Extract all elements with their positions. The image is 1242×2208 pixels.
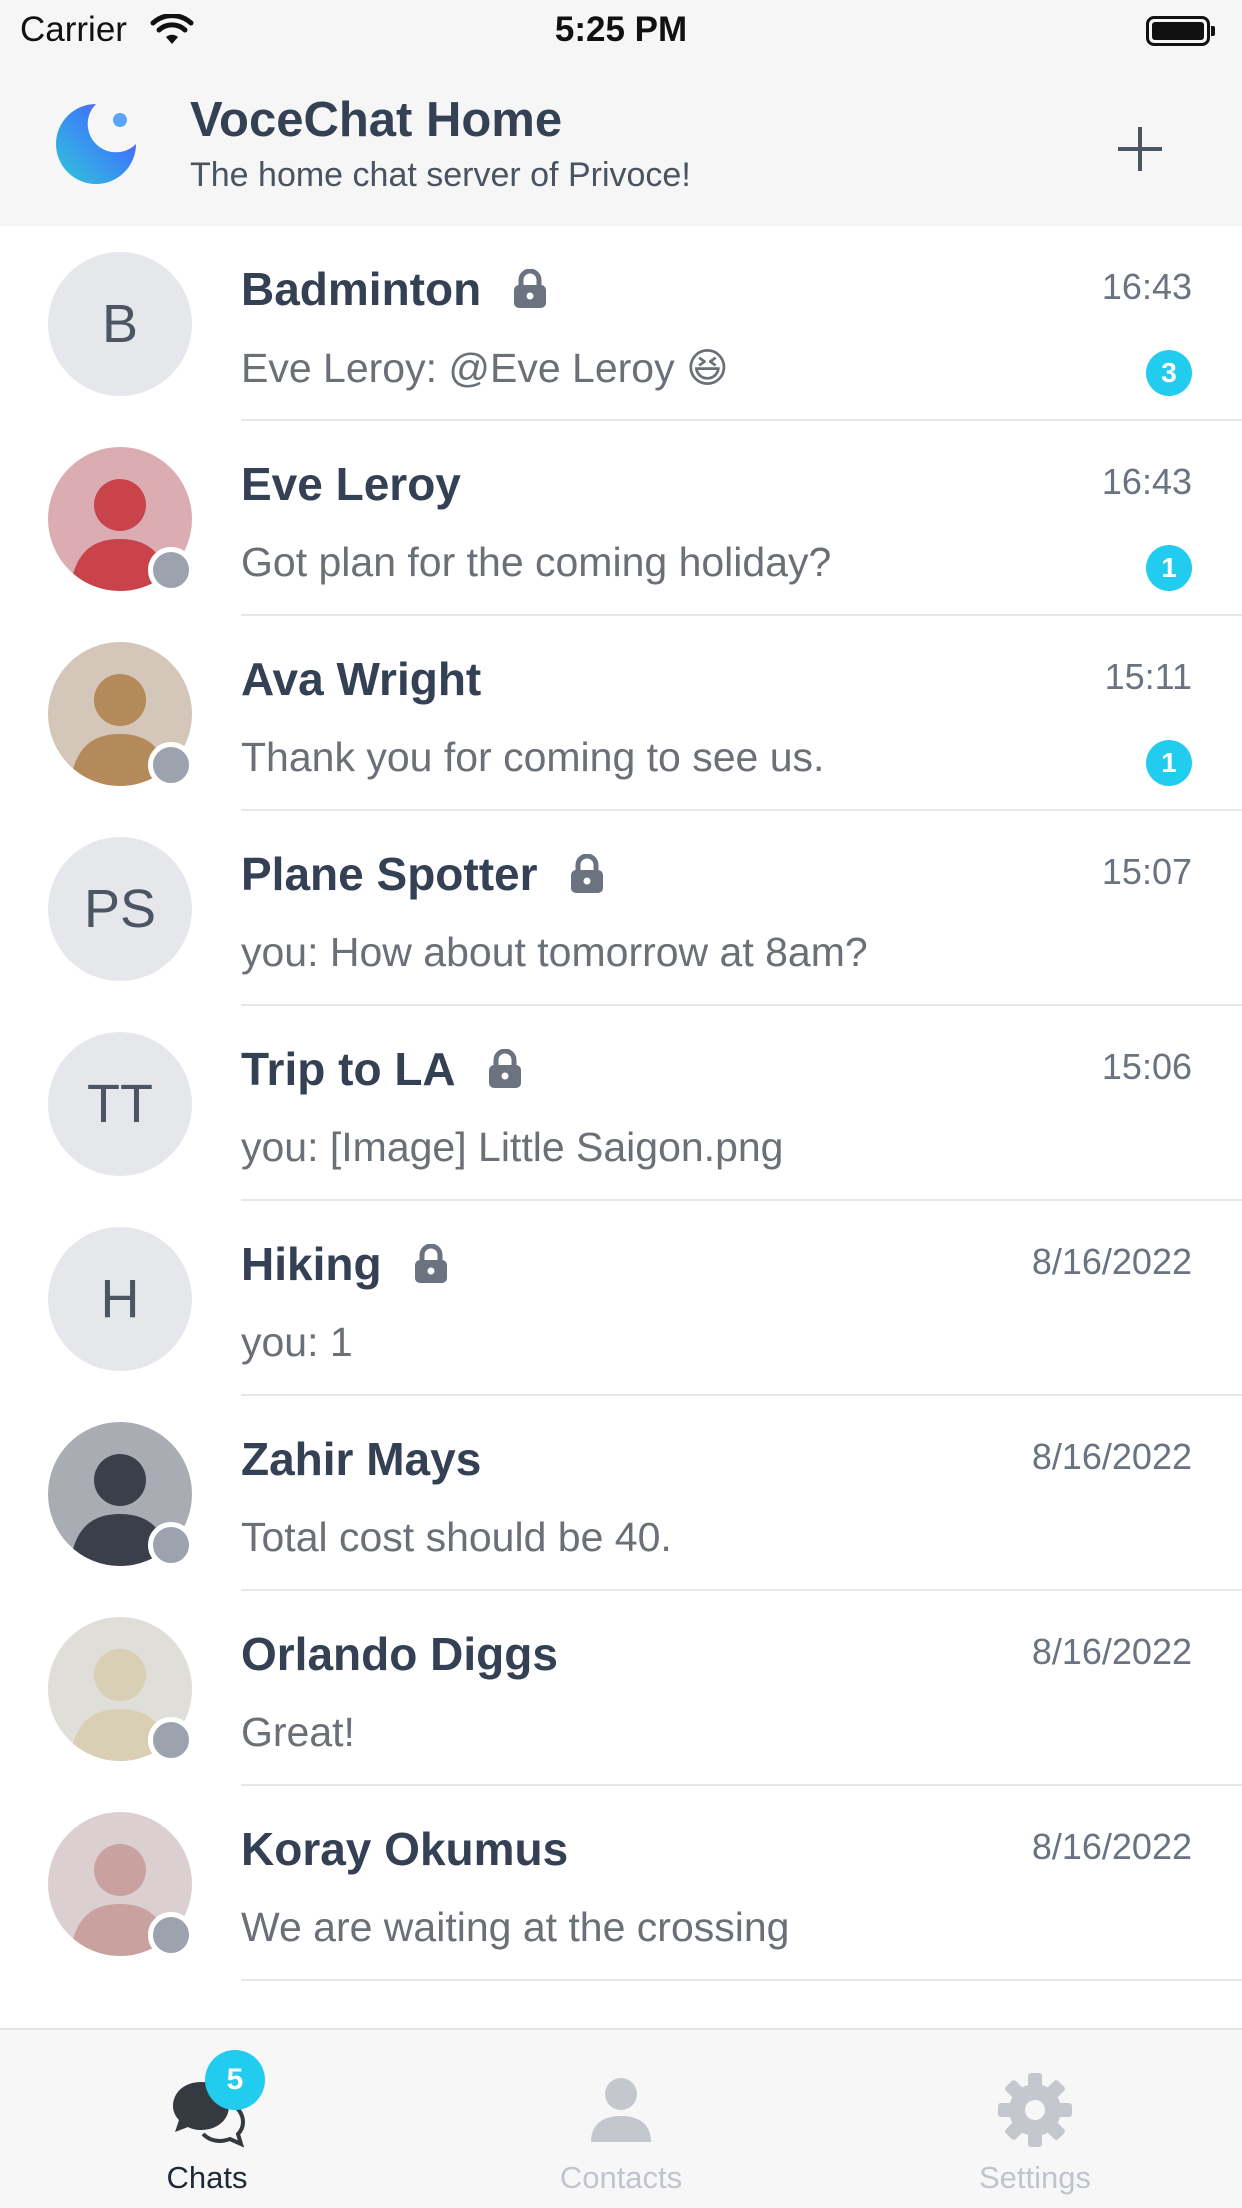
chat-title-wrap: Zahir Mays	[241, 1432, 481, 1486]
chat-title-wrap: Hiking	[241, 1237, 448, 1291]
battery-icon	[1146, 16, 1215, 46]
avatar-initials: PS	[83, 879, 157, 939]
last-message-preview: Eve Leroy: @Eve Leroy 😆	[241, 345, 729, 391]
unread-badge: 1	[1146, 545, 1192, 591]
chat-title-wrap: Orlando Diggs	[241, 1627, 558, 1681]
lock-icon	[414, 1243, 448, 1284]
unread-badge: 3	[1146, 350, 1192, 396]
tab-label-chats: Chats	[166, 2160, 248, 2195]
avatar: TT	[48, 1032, 192, 1176]
presence-status-dot	[148, 1912, 194, 1958]
last-message-preview: We are waiting at the crossing	[241, 1904, 790, 1950]
chat-name: Ava Wright	[241, 653, 482, 705]
presence-status-dot	[148, 1717, 194, 1763]
chat-title-wrap: Koray Okumus	[241, 1822, 568, 1876]
avatar-initials: TT	[87, 1074, 153, 1134]
server-header: VoceChat Home The home chat server of Pr…	[0, 64, 1242, 226]
add-button[interactable]	[1110, 119, 1170, 179]
chat-title-wrap: Eve Leroy	[241, 457, 461, 511]
vocechat-logo	[56, 104, 136, 184]
chat-time: 8/16/2022	[1031, 1826, 1192, 1867]
chat-time: 15:06	[1101, 1046, 1192, 1087]
avatar-initials: H	[100, 1269, 140, 1329]
chat-row[interactable]: Koray Okumus 8/16/2022 We are waiting at t…	[0, 1786, 1242, 1981]
tab-settings[interactable]: Settings	[828, 2030, 1242, 2208]
chat-time: 15:11	[1104, 656, 1192, 697]
chat-time: 16:43	[1101, 461, 1192, 502]
chats-unread-badge: 5	[205, 2050, 265, 2110]
chat-title-wrap: Ava Wright	[241, 652, 481, 706]
status-bar: Carrier 5:25 PM	[0, 0, 1242, 64]
last-message-preview: Got plan for the coming holiday?	[241, 539, 832, 585]
chat-title-wrap: Badminton	[241, 262, 547, 316]
last-message-preview: Great!	[241, 1709, 355, 1755]
chat-name: Trip to LA	[241, 1043, 456, 1095]
lock-icon	[513, 268, 547, 309]
chat-name: Orlando Diggs	[241, 1628, 558, 1680]
chat-row[interactable]: TT Trip to LA 15:06 you: [Image] Little Sai…	[0, 1006, 1242, 1201]
tab-bar: 5 Chats Contacts Settings	[0, 2028, 1242, 2208]
person-icon	[591, 2078, 651, 2142]
tab-label-contacts: Contacts	[559, 2160, 683, 2195]
server-description: The home chat server of Privoce!	[190, 156, 691, 194]
server-name: VoceChat Home	[190, 93, 563, 147]
chat-row[interactable]: B Badminton 16:43 Eve Leroy: @Eve Leroy 😆 3	[0, 226, 1242, 421]
avatar	[48, 642, 194, 788]
tab-label-settings: Settings	[978, 2160, 1091, 2195]
chat-title-wrap: Trip to LA	[241, 1042, 522, 1096]
chat-row[interactable]: Orlando Diggs 8/16/2022 Great!	[0, 1591, 1242, 1786]
chat-row[interactable]: Eve Leroy 16:43 Got plan for the coming ho…	[0, 421, 1242, 616]
chat-time: 8/16/2022	[1031, 1241, 1192, 1282]
avatar: H	[48, 1227, 192, 1371]
chat-name: Eve Leroy	[241, 458, 461, 510]
presence-status-dot	[148, 1522, 194, 1568]
chat-list[interactable]: B Badminton 16:43 Eve Leroy: @Eve Leroy 😆 3 E…	[0, 226, 1242, 2028]
unread-badge: 1	[1146, 740, 1192, 786]
avatar	[48, 1422, 194, 1568]
chat-time: 15:07	[1101, 851, 1192, 892]
lock-icon	[570, 853, 604, 894]
avatar: PS	[48, 837, 192, 981]
row-divider	[241, 1979, 1242, 1981]
chat-name: Zahir Mays	[241, 1433, 482, 1485]
chat-name: Koray Okumus	[241, 1823, 569, 1875]
chat-row[interactable]: PS Plane Spotter 15:07 you: How about tomor…	[0, 811, 1242, 1006]
chat-title-wrap: Plane Spotter	[241, 847, 604, 901]
chat-row[interactable]: Ava Wright 15:11 Thank you for coming to s…	[0, 616, 1242, 811]
last-message-preview: you: How about tomorrow at 8am?	[241, 929, 868, 975]
chat-name: Hiking	[241, 1238, 382, 1290]
presence-status-dot	[148, 547, 194, 593]
avatar-initials: B	[101, 294, 139, 354]
avatar	[48, 1812, 194, 1958]
tab-chats[interactable]: 5 Chats	[0, 2030, 414, 2208]
chat-row[interactable]: Zahir Mays 8/16/2022 Total cost should be …	[0, 1396, 1242, 1591]
last-message-preview: you: [Image] Little Saigon.png	[241, 1124, 784, 1170]
chat-name: Plane Spotter	[241, 848, 538, 900]
lock-icon	[488, 1048, 522, 1089]
last-message-preview: you: 1	[241, 1319, 353, 1365]
last-message-preview: Total cost should be 40.	[241, 1514, 672, 1560]
tab-contacts[interactable]: Contacts	[414, 2030, 828, 2208]
avatar: B	[48, 252, 192, 396]
chat-time: 8/16/2022	[1031, 1631, 1192, 1672]
chat-time: 16:43	[1101, 266, 1192, 307]
chat-row[interactable]: H Hiking 8/16/2022 you: 1	[0, 1201, 1242, 1396]
avatar	[48, 447, 194, 593]
presence-status-dot	[148, 742, 194, 788]
gear-icon	[998, 2073, 1072, 2147]
last-message-preview: Thank you for coming to see us.	[241, 734, 825, 780]
chat-time: 8/16/2022	[1031, 1436, 1192, 1477]
avatar	[48, 1617, 194, 1763]
status-time: 5:25 PM	[554, 10, 688, 49]
chat-name: Badminton	[241, 263, 482, 315]
